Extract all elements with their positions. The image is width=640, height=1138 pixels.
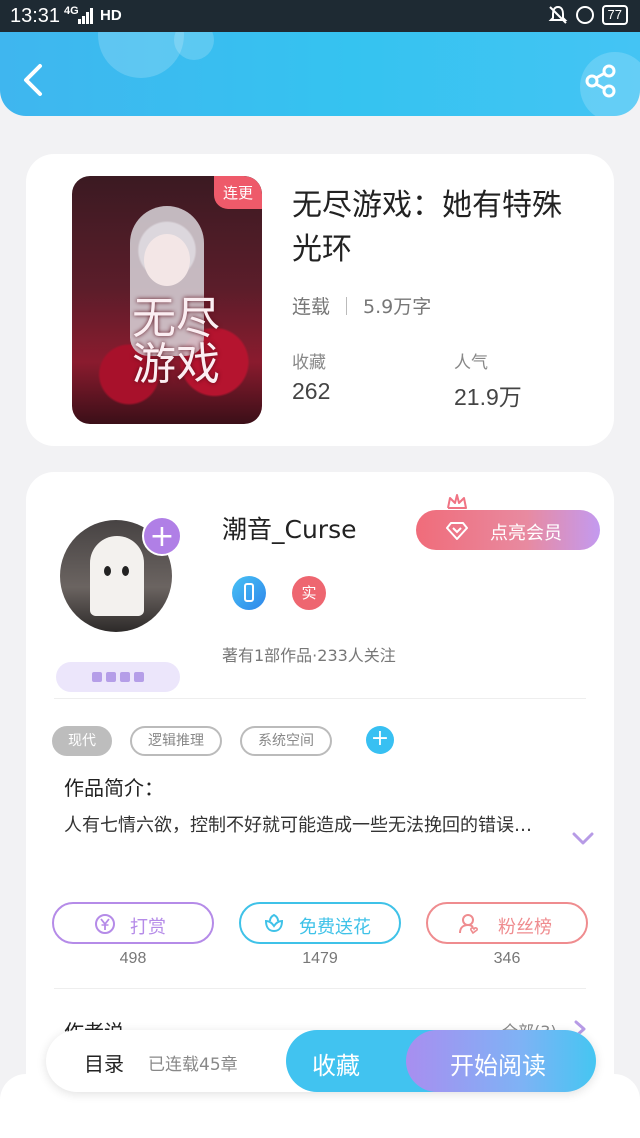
tag-logic[interactable]: 逻辑推理 (130, 726, 222, 756)
diamond-icon (446, 522, 468, 540)
battery-icon: 77 (601, 5, 628, 25)
tip-label: 打赏 (130, 917, 166, 938)
share-icon[interactable] (584, 64, 618, 98)
start-reading-label: 开始阅读 (450, 1052, 546, 1080)
book-info-card: 无尽游戏 连更 无尽游戏：她有特殊光环 连载 5.9万字 收藏 262 人气 2… (26, 154, 614, 446)
header (0, 32, 640, 116)
start-reading-button[interactable]: 开始阅读 (406, 1030, 596, 1092)
status-time: 13:31 (10, 5, 61, 27)
fan-count: 346 (493, 950, 521, 967)
book-title: 无尽游戏：她有特殊光环 (292, 188, 562, 267)
update-badge: 连更 (213, 176, 262, 209)
fan-ranking-label: 粉丝榜 (498, 917, 552, 938)
signal-bars-icon (78, 8, 96, 24)
vip-button[interactable]: 点亮会员 (416, 510, 600, 550)
chevron-down-icon[interactable] (572, 832, 594, 846)
yuan-coin-icon (95, 914, 115, 934)
divider (54, 698, 586, 699)
serial-status: 连载 (292, 296, 331, 318)
add-tag-button[interactable]: + (366, 726, 394, 754)
cover-title: 无尽游戏 (132, 293, 220, 390)
bottom-action-bar: 目录 已连载45章 收藏 开始阅读 (46, 1030, 596, 1092)
status-bar: 13:31 4G HD 77 (0, 0, 640, 32)
book-meta: 连载 5.9万字 (292, 292, 431, 319)
intro-label: 作品简介： (64, 776, 164, 800)
fan-ranking-button[interactable]: 粉丝榜 (426, 902, 588, 944)
tip-button[interactable]: 打赏 (52, 902, 214, 944)
real-name-badge: 实 (292, 576, 326, 610)
tag-system[interactable]: 系统空间 (240, 726, 332, 756)
favorites-label: 收藏 (292, 353, 326, 373)
toc-button[interactable]: 目录 (84, 1048, 124, 1077)
send-flower-button[interactable]: 免费送花 (239, 902, 401, 944)
author-name[interactable]: 潮音_Curse (222, 510, 357, 546)
favorite-label: 收藏 (312, 1052, 360, 1080)
chapter-count: 已连载45章 (148, 1055, 238, 1075)
word-count: 5.9万字 (363, 296, 432, 318)
tag-modern[interactable]: 现代 (52, 726, 112, 756)
favorites-value: 262 (292, 378, 331, 404)
network-type: 4G (64, 5, 79, 17)
phone-verified-icon (232, 576, 266, 610)
mute-bell-icon (548, 5, 567, 24)
follow-button[interactable]: + (142, 516, 182, 556)
intro-text: 人有七情六欲，控制不好就可能造成一些无法挽回的错误… (64, 815, 532, 836)
tip-count: 498 (119, 950, 147, 967)
flower-icon (264, 913, 284, 933)
crown-icon (447, 494, 467, 509)
status-icons: 77 (548, 5, 628, 25)
fan-level-badge (56, 662, 180, 692)
book-cover[interactable]: 无尽游戏 连更 (72, 176, 262, 424)
popularity-label: 人气 (454, 353, 488, 373)
send-flower-label: 免费送花 (299, 917, 371, 938)
user-icon (459, 914, 478, 935)
back-icon[interactable] (20, 62, 48, 98)
author-stats: 著有1部作品·233人关注 (222, 646, 396, 665)
popularity-value: 21.9万 (454, 384, 522, 410)
vip-label: 点亮会员 (490, 523, 562, 544)
divider (54, 988, 586, 989)
lock-rotation-icon (575, 6, 594, 24)
flower-count: 1479 (302, 950, 338, 967)
hd-indicator: HD (100, 7, 122, 24)
